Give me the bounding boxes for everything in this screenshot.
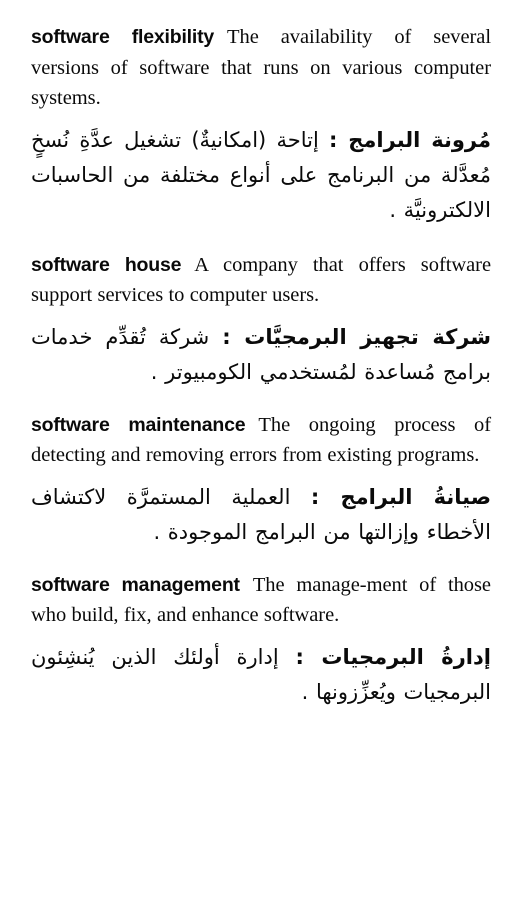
headword: software house bbox=[31, 253, 182, 276]
english-block: software flexibility The availability of … bbox=[31, 22, 491, 114]
english-block: software maintenance The ongoing process … bbox=[31, 410, 491, 471]
arabic-block: مُرونة البرامج : إتاحة (امكانيةٌ) تشغيل … bbox=[31, 123, 491, 228]
arabic-block: إدارةُ البرمجيات : إدارة أولئك الذين يُن… bbox=[31, 640, 491, 710]
headword-arabic: إدارةُ البرمجيات : bbox=[295, 644, 491, 669]
dictionary-entry: software management The manage‐ment of th… bbox=[31, 570, 491, 710]
headword-arabic: شركة تجهيز البرمجيَّات : bbox=[222, 324, 491, 349]
arabic-block: شركة تجهيز البرمجيَّات : شركة تُقدِّم خد… bbox=[31, 320, 491, 390]
dictionary-entry: software flexibility The availability of … bbox=[31, 22, 491, 228]
headword-arabic: صيانةُ البرامج : bbox=[310, 484, 491, 509]
english-block: software house A company that offers soft… bbox=[31, 250, 491, 311]
headword-arabic: مُرونة البرامج : bbox=[329, 127, 491, 152]
dictionary-page: software flexibility The availability of … bbox=[0, 0, 523, 900]
headword: software management bbox=[31, 573, 240, 596]
dictionary-entry: software house A company that offers soft… bbox=[31, 250, 491, 390]
headword: software flexibility bbox=[31, 26, 215, 48]
english-block: software management The manage‐ment of th… bbox=[31, 570, 491, 631]
headword: software maintenance bbox=[31, 413, 246, 436]
arabic-block: صيانةُ البرامج : العملية المستمرَّة لاكت… bbox=[31, 480, 491, 550]
entry-column: software flexibility The availability of … bbox=[31, 22, 491, 710]
dictionary-entry: software maintenance The ongoing process … bbox=[31, 410, 491, 550]
